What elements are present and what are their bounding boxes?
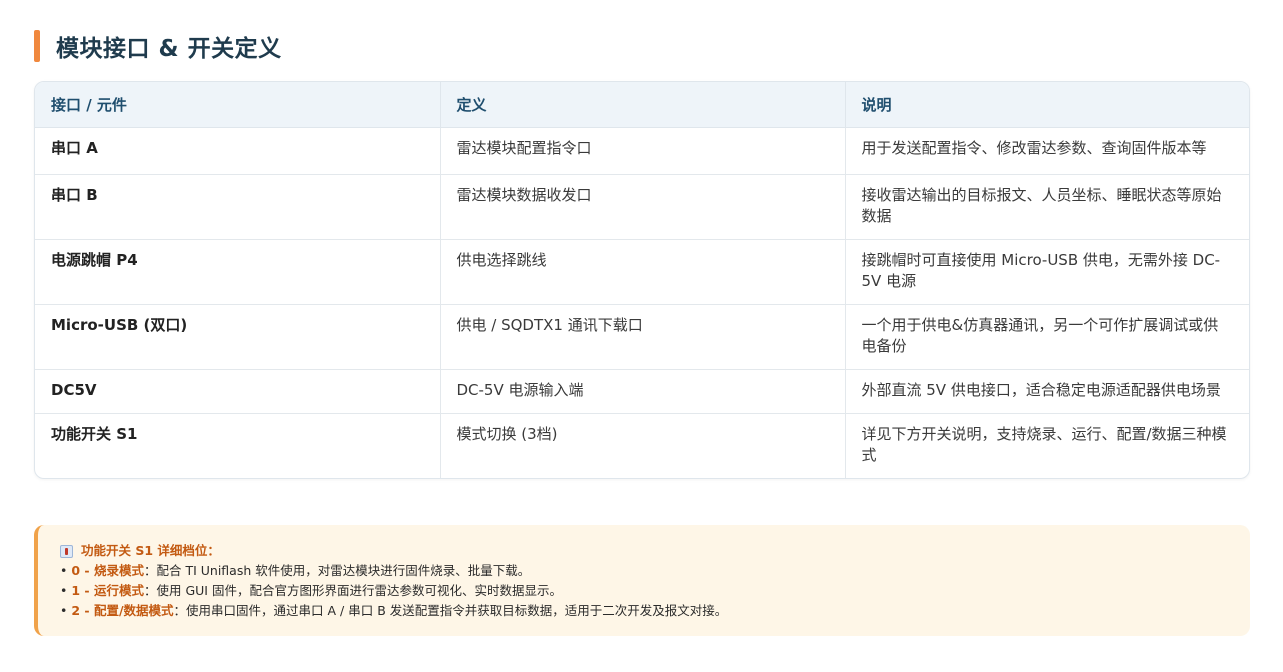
interface-name: 功能开关 S1 [35,413,441,478]
mode-label: 1 - 运行模式 [71,583,144,598]
mode-text: 使用 GUI 固件，配合官方图形界面进行雷达参数可视化、实时数据显示。 [156,583,562,598]
mode-separator: ： [143,563,157,578]
table-header-row: 接口 / 元件 定义 说明 [35,82,1249,128]
switch-modes-note: 功能开关 S1 详细档位： • 0 - 烧录模式：配合 TI Uniflash 软… [34,525,1250,636]
bullet: • [60,583,68,598]
interface-description: 用于发送配置指令、修改雷达参数、查询固件版本等 [845,127,1249,175]
interface-definition: 供电 / SQDTX1 通讯下载口 [440,304,846,370]
interface-name: 串口 A [35,127,441,175]
column-header-description: 说明 [845,82,1249,128]
mode-label: 0 - 烧录模式 [71,563,144,578]
mode-text: 使用串口固件，通过串口 A / 串口 B 发送配置指令并获取目标数据，适用于二次… [186,603,728,618]
mode-item: • 0 - 烧录模式：配合 TI Uniflash 软件使用，对雷达模块进行固件烧… [60,561,1228,581]
note-heading: 功能开关 S1 详细档位： [81,543,220,558]
title-accent-bar [34,30,40,62]
section-title: 模块接口 & 开关定义 [56,36,282,62]
table-row: 串口 A 雷达模块配置指令口 用于发送配置指令、修改雷达参数、查询固件版本等 [35,127,1249,175]
mode-text: 配合 TI Uniflash 软件使用，对雷达模块进行固件烧录、批量下载。 [156,563,531,578]
table-row: 电源跳帽 P4 供电选择跳线 接跳帽时可直接使用 Micro-USB 供电，无需… [35,239,1249,305]
interface-name: Micro-USB (双口) [35,304,441,370]
mode-item: • 1 - 运行模式：使用 GUI 固件，配合官方图形界面进行雷达参数可视化、实时… [60,581,1228,601]
column-header-definition: 定义 [440,82,846,128]
interface-description: 外部直流 5V 供电接口，适合稳定电源适配器供电场景 [845,369,1249,414]
table-row: 功能开关 S1 模式切换 (3档) 详见下方开关说明，支持烧录、运行、配置/数据… [35,413,1249,478]
pushpin-icon [60,544,73,558]
note-heading-row: 功能开关 S1 详细档位： [60,541,1228,561]
page: 模块接口 & 开关定义 接口 / 元件 定义 说明 串口 A 雷达模块配置指令口… [34,28,1250,479]
bullet: • [60,563,68,578]
table-row: DC5V DC-5V 电源输入端 外部直流 5V 供电接口，适合稳定电源适配器供… [35,369,1249,414]
column-header-interface: 接口 / 元件 [35,82,441,128]
mode-label: 2 - 配置/数据模式 [71,603,174,618]
table-row: 串口 B 雷达模块数据收发口 接收雷达输出的目标报文、人员坐标、睡眠状态等原始数… [35,174,1249,240]
interface-description: 接收雷达输出的目标报文、人员坐标、睡眠状态等原始数据 [845,174,1249,240]
interface-definition: 雷达模块数据收发口 [440,174,846,240]
mode-separator: ： [143,583,157,598]
interface-definition: 模式切换 (3档) [440,413,846,478]
interface-definition: 雷达模块配置指令口 [440,127,846,175]
mode-separator: ： [173,603,187,618]
interface-definition: DC-5V 电源输入端 [440,369,846,414]
interface-name: DC5V [35,369,441,414]
mode-item: • 2 - 配置/数据模式：使用串口固件，通过串口 A / 串口 B 发送配置指令… [60,601,1228,621]
interface-name: 串口 B [35,174,441,240]
interface-name: 电源跳帽 P4 [35,239,441,305]
section-header: 模块接口 & 开关定义 [34,28,1250,64]
interface-description: 详见下方开关说明，支持烧录、运行、配置/数据三种模式 [861,425,1227,464]
interface-description: 接跳帽时可直接使用 Micro-USB 供电，无需外接 DC-5V 电源 [845,239,1249,305]
interface-description: 一个用于供电&仿真器通讯，另一个可作扩展调试或供电备份 [845,304,1249,370]
interface-table: 接口 / 元件 定义 说明 串口 A 雷达模块配置指令口 用于发送配置指令、修改… [34,81,1250,479]
bullet: • [60,603,68,618]
table-row: Micro-USB (双口) 供电 / SQDTX1 通讯下载口 一个用于供电&… [35,304,1249,370]
interface-definition: 供电选择跳线 [440,239,846,305]
